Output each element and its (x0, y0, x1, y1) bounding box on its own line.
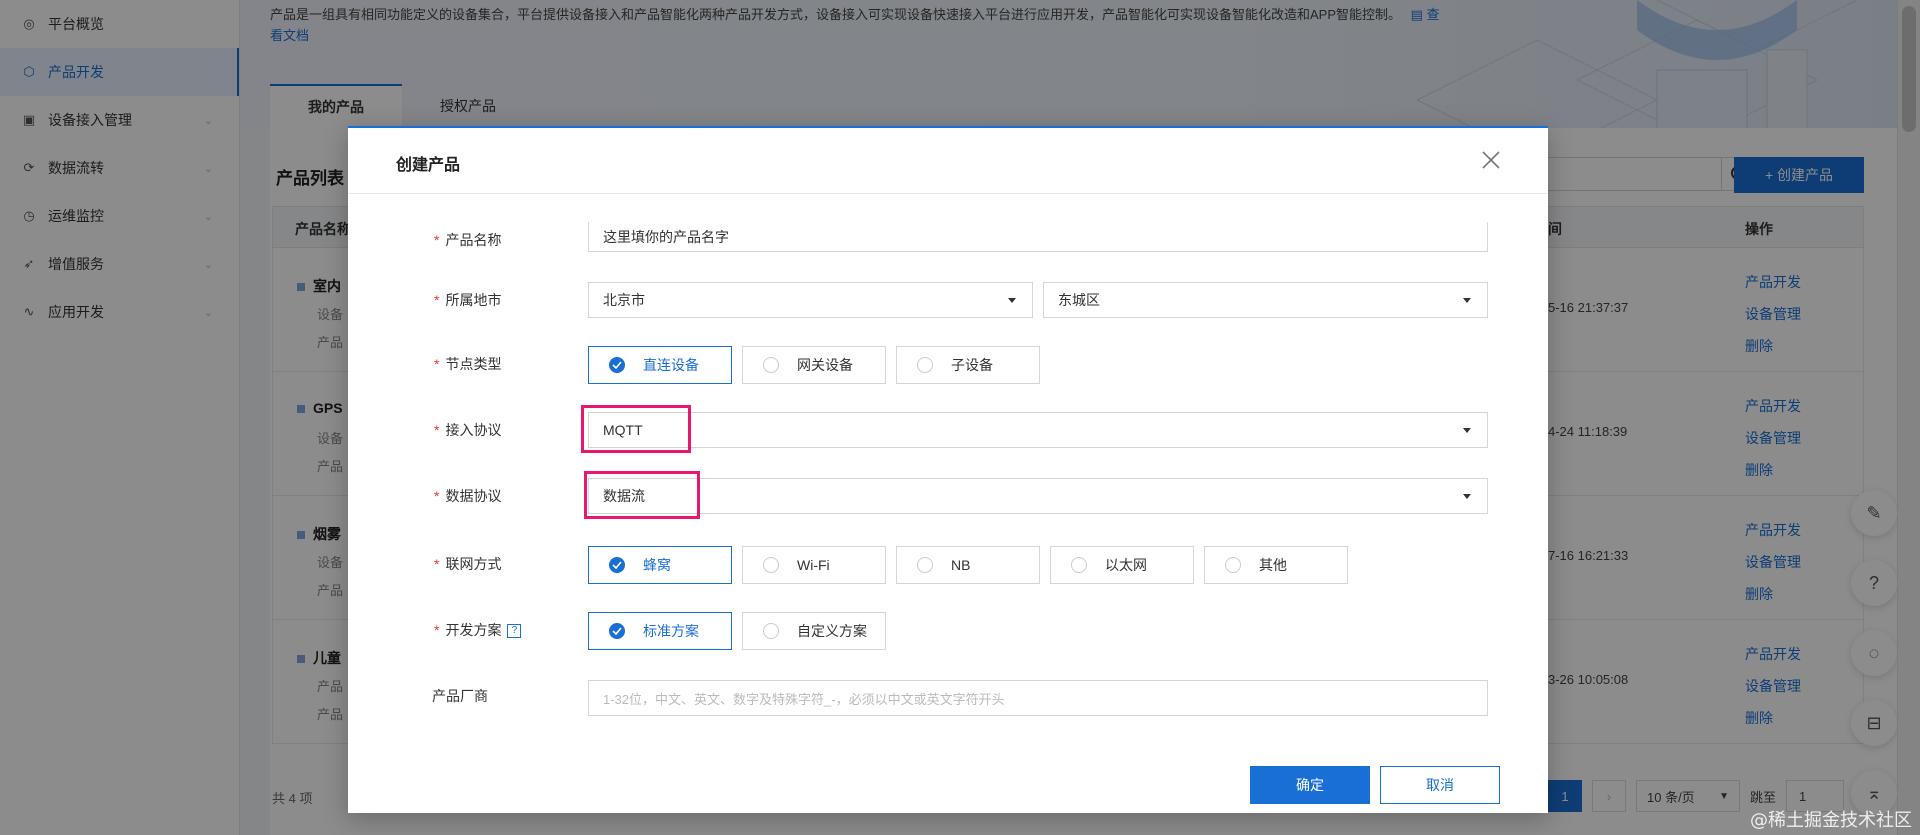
option-direct-device[interactable]: 直连设备 (588, 346, 732, 384)
highlight-box (581, 405, 691, 453)
form-row-data-protocol: * 数据协议 数据流 (348, 471, 1548, 519)
confirm-button[interactable]: 确定 (1250, 766, 1370, 804)
field-label: * 接入协议 (434, 420, 501, 440)
option-nb[interactable]: NB (896, 546, 1040, 584)
form-row-manufacturer: 产品厂商 1-32位，中文、英文、数字及特殊字符_-，必须以中文或英文字符开头 (348, 678, 1548, 718)
required-mark: * (434, 422, 440, 438)
field-label: * 产品名称 (434, 230, 501, 250)
field-label: * 节点类型 (434, 354, 501, 374)
option-label: 其他 (1259, 557, 1287, 573)
label-text: 开发方案 (445, 622, 502, 638)
access-protocol-select[interactable]: MQTT (588, 412, 1488, 448)
check-circle-icon (609, 623, 625, 639)
option-label: 自定义方案 (797, 623, 867, 639)
form-row-product-name: * 产品名称 这里填你的产品名字 (348, 222, 1548, 262)
radio-circle-icon (763, 623, 779, 639)
option-label: 直连设备 (643, 357, 699, 373)
option-sub-device[interactable]: 子设备 (896, 346, 1040, 384)
option-label: 蜂窝 (643, 557, 671, 573)
option-label: 子设备 (951, 357, 993, 373)
option-label: 以太网 (1105, 557, 1147, 573)
form-row-region: * 所属地市 北京市 东城区 (348, 280, 1548, 320)
caret-down-icon (1008, 298, 1016, 303)
option-label: NB (951, 557, 971, 573)
cancel-button[interactable]: 取消 (1380, 766, 1500, 804)
option-standard-plan[interactable]: 标准方案 (588, 612, 732, 650)
create-product-dialog: 创建产品 * 产品名称 这里填你的产品名字 * 所属地市 北京市 东城区 * 节点类型… (348, 126, 1548, 813)
watermark: @稀土掘金技术社区 (1750, 810, 1912, 831)
check-circle-icon (609, 357, 625, 373)
dialog-title: 创建产品 (396, 157, 461, 174)
field-label: * 数据协议 (434, 486, 501, 506)
form-row-access-protocol: * 接入协议 MQTT (348, 405, 1548, 453)
option-wifi[interactable]: Wi-Fi (742, 546, 886, 584)
option-custom-plan[interactable]: 自定义方案 (742, 612, 886, 650)
form-row-dev-plan: * 开发方案? 标准方案 自定义方案 (348, 612, 1548, 652)
city-value: 北京市 (603, 292, 645, 308)
radio-circle-icon (1071, 557, 1087, 573)
help-icon[interactable]: ? (507, 624, 522, 639)
form-row-node-type: * 节点类型 直连设备 网关设备 子设备 (348, 346, 1548, 386)
manufacturer-input[interactable]: 1-32位，中文、英文、数字及特殊字符_-，必须以中文或英文字符开头 (588, 680, 1488, 716)
dialog-header: 创建产品 (348, 128, 1548, 194)
option-label: 网关设备 (797, 357, 853, 373)
option-ethernet[interactable]: 以太网 (1050, 546, 1194, 584)
label-text: 节点类型 (445, 356, 502, 372)
field-label: 产品厂商 (432, 688, 488, 704)
close-icon[interactable] (1480, 149, 1502, 171)
option-label: Wi-Fi (797, 557, 830, 573)
label-text: 接入协议 (445, 422, 502, 438)
caret-down-icon (1463, 428, 1471, 433)
radio-circle-icon (763, 557, 779, 573)
caret-down-icon (1463, 494, 1471, 499)
option-gateway-device[interactable]: 网关设备 (742, 346, 886, 384)
required-mark: * (434, 232, 440, 248)
label-text: 产品名称 (445, 232, 502, 248)
option-label: 标准方案 (643, 623, 699, 639)
label-text: 所属地市 (445, 292, 502, 308)
radio-circle-icon (917, 357, 933, 373)
required-mark: * (434, 556, 440, 572)
data-protocol-select[interactable]: 数据流 (588, 478, 1488, 514)
check-circle-icon (609, 557, 625, 573)
required-mark: * (434, 488, 440, 504)
required-mark: * (434, 622, 440, 638)
required-mark: * (434, 292, 440, 308)
highlight-box (584, 471, 700, 519)
field-label: * 所属地市 (434, 290, 501, 310)
radio-circle-icon (917, 557, 933, 573)
label-text: 数据协议 (445, 488, 502, 504)
caret-down-icon (1463, 298, 1471, 303)
field-label: * 开发方案? (434, 620, 522, 640)
radio-circle-icon (1225, 557, 1241, 573)
label-text: 联网方式 (445, 556, 502, 572)
city-select[interactable]: 北京市 (588, 282, 1033, 318)
product-name-input[interactable]: 这里填你的产品名字 (588, 222, 1488, 252)
required-mark: * (434, 356, 440, 372)
form-row-network: * 联网方式 蜂窝 Wi-Fi NB 以太网 其他 (348, 546, 1548, 586)
option-other[interactable]: 其他 (1204, 546, 1348, 584)
option-cellular[interactable]: 蜂窝 (588, 546, 732, 584)
district-value: 东城区 (1058, 292, 1100, 308)
district-select[interactable]: 东城区 (1043, 282, 1488, 318)
field-label: * 联网方式 (434, 554, 501, 574)
radio-circle-icon (763, 357, 779, 373)
